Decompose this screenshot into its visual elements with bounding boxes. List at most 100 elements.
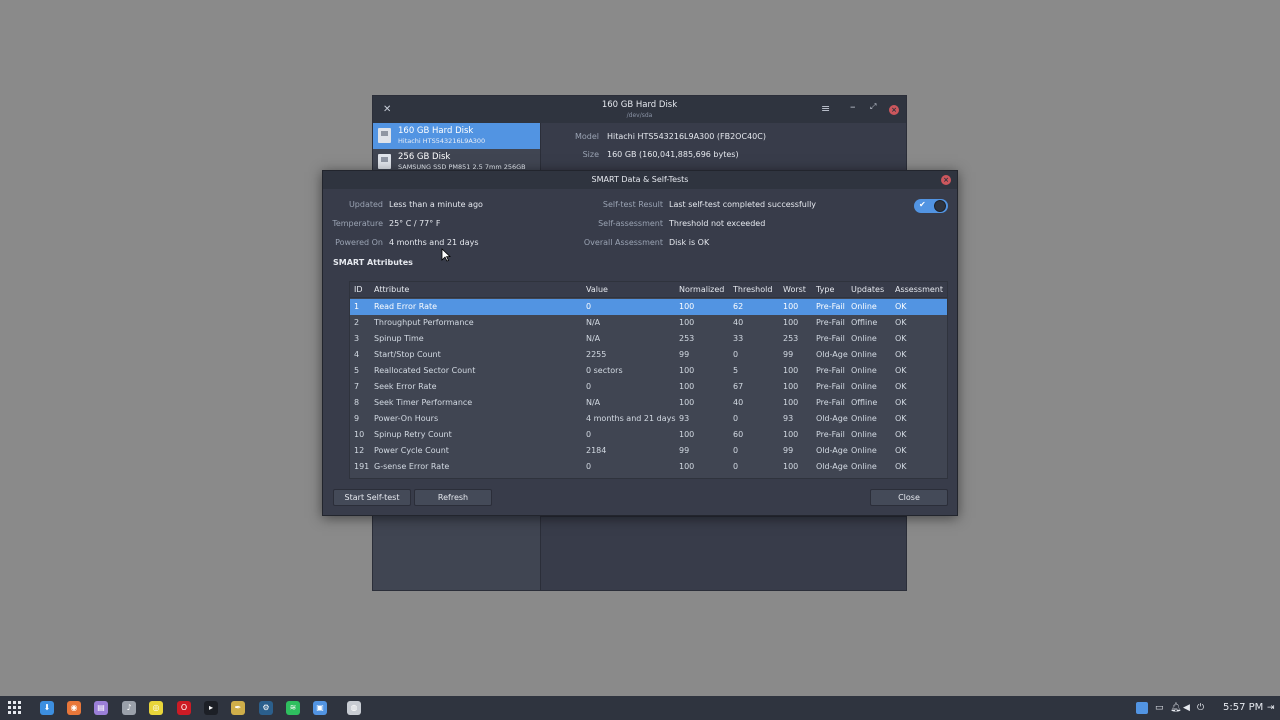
start-self-test-button[interactable]: Start Self-test bbox=[333, 489, 411, 506]
terminal-icon[interactable]: ▸ bbox=[204, 701, 218, 715]
header-col-id[interactable]: ID bbox=[354, 282, 363, 298]
inkscape-icon[interactable]: ✒ bbox=[231, 701, 245, 715]
music-icon[interactable]: ♪ bbox=[122, 701, 136, 715]
download-icon[interactable]: ⬇ bbox=[40, 701, 54, 715]
cell-type: Pre-Fail bbox=[816, 334, 845, 343]
cell-id: 8 bbox=[354, 398, 360, 407]
firefox-icon[interactable]: ◉ bbox=[67, 701, 81, 715]
cell-worst: 100 bbox=[783, 462, 799, 471]
cell-updates: Offline bbox=[851, 398, 878, 407]
header-col-attribute[interactable]: Attribute bbox=[374, 282, 409, 298]
disk-name: 160 GB Hard Disk bbox=[398, 126, 474, 136]
table-row[interactable]: 1 Read Error Rate 0 100 62 100 Pre-Fail Online O… bbox=[350, 299, 947, 315]
clock[interactable]: 5:57 PM bbox=[1223, 696, 1263, 720]
header-col-worst[interactable]: Worst bbox=[783, 282, 806, 298]
logout-icon[interactable]: ⇥ bbox=[1267, 701, 1275, 715]
cell-attribute: Start/Stop Count bbox=[374, 350, 441, 359]
table-row[interactable]: 10 Spinup Retry Count 0 100 60 100 Pre-Fail Onl… bbox=[350, 427, 947, 443]
cell-type: Pre-Fail bbox=[816, 318, 845, 327]
power-icon[interactable]: ⏻ bbox=[1197, 701, 1204, 715]
steam-icon[interactable]: ⚙ bbox=[259, 701, 273, 715]
header-col-normalized[interactable]: Normalized bbox=[679, 282, 724, 298]
table-row[interactable]: 9 Power-On Hours 4 months and 21 days 93 0 93… bbox=[350, 411, 947, 427]
table-row[interactable]: 4 Start/Stop Count 2255 99 0 99 Old-Age Online O… bbox=[350, 347, 947, 363]
cell-updates: Online bbox=[851, 382, 877, 391]
table-row[interactable]: 12 Power Cycle Count 2184 99 0 99 Old-Age Onlin… bbox=[350, 443, 947, 459]
cell-value: 0 bbox=[586, 302, 592, 311]
table-row[interactable]: 2 Throughput Performance N/A 100 40 100 Pre-Fa… bbox=[350, 315, 947, 331]
check-icon: ✔ bbox=[919, 200, 926, 209]
smart-attributes-table[interactable]: ID Attribute Value Normalized Threshold Worst… bbox=[349, 281, 948, 479]
table-row[interactable]: 8 Seek Timer Performance N/A 100 40 100 Pre-Fa… bbox=[350, 395, 947, 411]
notification-bell-icon[interactable]: 🔔︎ bbox=[1170, 701, 1181, 715]
cell-value: 2255 bbox=[586, 350, 607, 359]
cell-attribute: Power-On Hours bbox=[374, 414, 439, 423]
cell-worst: 99 bbox=[783, 446, 794, 455]
smart-enable-toggle[interactable]: ✔ bbox=[914, 199, 948, 213]
cell-assessment: OK bbox=[895, 302, 907, 311]
cell-id: 5 bbox=[354, 366, 360, 375]
cell-attribute: Seek Timer Performance bbox=[374, 398, 473, 407]
cell-threshold: 67 bbox=[733, 382, 744, 391]
cell-value: 0 bbox=[586, 462, 592, 471]
cell-normalized: 100 bbox=[679, 318, 695, 327]
close-button[interactable]: Close bbox=[870, 489, 948, 506]
cell-worst: 100 bbox=[783, 318, 799, 327]
size-label: Size bbox=[582, 150, 599, 159]
disks-tray-icon[interactable] bbox=[1136, 702, 1148, 714]
cell-updates: Online bbox=[851, 350, 877, 359]
table-row[interactable]: 7 Seek Error Rate 0 100 67 100 Pre-Fail Online O… bbox=[350, 379, 947, 395]
table-row[interactable]: 191 G-sense Error Rate 0 100 0 100 Old-Age Onli… bbox=[350, 459, 947, 475]
settings-icon[interactable]: ◍ bbox=[347, 701, 361, 715]
refresh-button[interactable]: Refresh bbox=[414, 489, 492, 506]
cell-value: 0 bbox=[586, 430, 592, 439]
cell-attribute: Read Error Rate bbox=[374, 302, 438, 311]
harddisk-icon bbox=[378, 154, 391, 169]
header-col-type[interactable]: Type bbox=[816, 282, 834, 298]
minimize-icon[interactable]: – bbox=[850, 100, 856, 113]
hamburger-menu-icon[interactable]: ≡ bbox=[821, 102, 830, 115]
self-assessment-label: Self-assessment bbox=[598, 219, 663, 228]
header-col-assessment[interactable]: Assessment bbox=[895, 282, 943, 298]
cell-value: N/A bbox=[586, 398, 601, 407]
cell-updates: Online bbox=[851, 462, 877, 471]
dialog-close-icon[interactable]: × bbox=[941, 175, 951, 185]
disc-icon[interactable]: ◎ bbox=[149, 701, 163, 715]
cell-assessment: OK bbox=[895, 430, 907, 439]
maximize-icon[interactable]: ⤢ bbox=[870, 102, 876, 112]
powered-on-label: Powered On bbox=[335, 238, 383, 247]
files-icon[interactable]: ▤ bbox=[94, 701, 108, 715]
cell-updates: Online bbox=[851, 366, 877, 375]
cell-threshold: 40 bbox=[733, 318, 744, 327]
header-col-value[interactable]: Value bbox=[586, 282, 608, 298]
window-close-icon[interactable]: × bbox=[889, 105, 899, 115]
disk-item-160gb[interactable]: 160 GB Hard Disk Hitachi HTS543216L9A300 bbox=[373, 123, 540, 149]
table-row[interactable]: 5 Reallocated Sector Count 0 sectors 100 5 10… bbox=[350, 363, 947, 379]
overall-assessment-value: Disk is OK bbox=[669, 238, 710, 247]
cell-type: Old-Age bbox=[816, 462, 848, 471]
header-col-updates[interactable]: Updates bbox=[851, 282, 884, 298]
cell-attribute: Reallocated Sector Count bbox=[374, 366, 476, 375]
display-icon[interactable]: ▭ bbox=[1155, 701, 1164, 715]
size-value: 160 GB (160,041,885,696 bytes) bbox=[607, 150, 739, 159]
disks-icon[interactable]: ▣ bbox=[313, 701, 327, 715]
cell-normalized: 100 bbox=[679, 302, 695, 311]
cell-attribute: Throughput Performance bbox=[374, 318, 474, 327]
cell-value: 2184 bbox=[586, 446, 607, 455]
cell-updates: Online bbox=[851, 302, 877, 311]
cell-attribute: Spinup Time bbox=[374, 334, 424, 343]
overall-assessment-label: Overall Assessment bbox=[583, 238, 663, 247]
spotify-icon[interactable]: ≋ bbox=[286, 701, 300, 715]
volume-icon[interactable]: ◀︎ bbox=[1183, 701, 1190, 715]
header-col-threshold[interactable]: Threshold bbox=[733, 282, 772, 298]
temperature-label: Temperature bbox=[332, 219, 383, 228]
model-label: Model bbox=[574, 132, 599, 141]
cell-id: 9 bbox=[354, 414, 360, 423]
model-value: Hitachi HTS543216L9A300 (FB2OC40C) bbox=[607, 132, 766, 141]
cell-threshold: 33 bbox=[733, 334, 744, 343]
app-grid-icon[interactable] bbox=[8, 701, 22, 715]
table-row[interactable]: 3 Spinup Time N/A 253 33 253 Pre-Fail Online OK bbox=[350, 331, 947, 347]
cell-threshold: 40 bbox=[733, 398, 744, 407]
opera-icon[interactable]: O bbox=[177, 701, 191, 715]
cell-updates: Online bbox=[851, 430, 877, 439]
